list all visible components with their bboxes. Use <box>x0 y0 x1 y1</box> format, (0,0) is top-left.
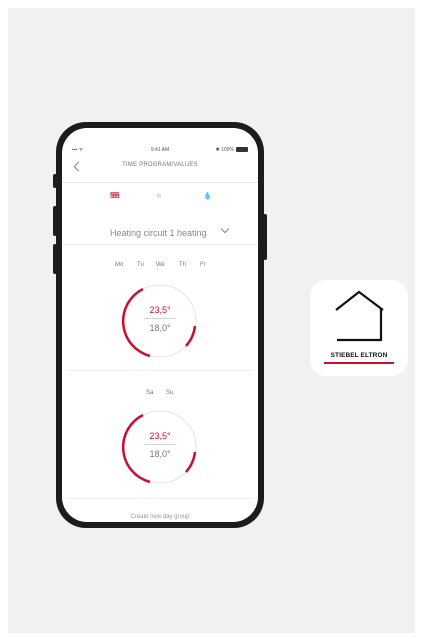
temperature-dial[interactable]: 23,5° 18,0° <box>119 280 201 362</box>
status-bar: ▪▪▪ ᯤ 9:41 AM ✱ 100% <box>62 147 258 157</box>
eco-temperature: 18,0° <box>149 323 171 333</box>
volume-down-button <box>53 244 57 274</box>
brand-name: STIEBEL ELTRON <box>330 352 388 359</box>
day-label: Th <box>179 262 187 268</box>
day-label: Mo <box>115 262 124 268</box>
power-button <box>263 214 267 260</box>
day-label: Tu <box>137 262 144 268</box>
day-label: We <box>156 262 165 268</box>
nav-bar: TIME PROGRAM/VALUES <box>62 158 258 183</box>
day-label: Sa <box>146 390 154 396</box>
chevron-down-icon <box>220 224 230 234</box>
brand-underline <box>324 362 394 364</box>
water-drop-icon[interactable]: 💧 <box>203 192 212 200</box>
temperature-dial[interactable]: 23,5° 18,0° <box>119 406 201 488</box>
mode-selector: §§§ ❄ 💧 <box>62 192 258 206</box>
circuit-label: Heating circuit 1 heating <box>110 228 207 238</box>
cooling-icon[interactable]: ❄ <box>156 192 162 200</box>
battery-icon <box>236 147 248 153</box>
volume-up-button <box>53 206 57 236</box>
comfort-temperature: 23,5° <box>149 305 171 315</box>
day-label: Su <box>166 390 174 396</box>
page-title: TIME PROGRAM/VALUES <box>122 162 198 168</box>
create-day-group-button[interactable]: Create new day group <box>62 514 258 520</box>
dial-divider <box>144 444 176 445</box>
divider <box>68 498 252 499</box>
phone-mockup: ▪▪▪ ᯤ 9:41 AM ✱ 100% TIME PROGRAM/VALUES… <box>53 122 267 528</box>
silent-switch <box>53 174 57 188</box>
app-icon: STIEBEL ELTRON <box>310 280 408 376</box>
phone-screen: ▪▪▪ ᯤ 9:41 AM ✱ 100% TIME PROGRAM/VALUES… <box>62 128 258 522</box>
day-label: Fr <box>200 262 206 268</box>
battery-indicator: ✱ 100% <box>216 147 248 153</box>
heating-icon[interactable]: §§§ <box>110 192 120 199</box>
divider <box>68 370 252 371</box>
eco-temperature: 18,0° <box>149 449 171 459</box>
dial-divider <box>144 318 176 319</box>
circuit-dropdown[interactable]: Heating circuit 1 heating <box>62 224 258 245</box>
comfort-temperature: 23,5° <box>149 431 171 441</box>
